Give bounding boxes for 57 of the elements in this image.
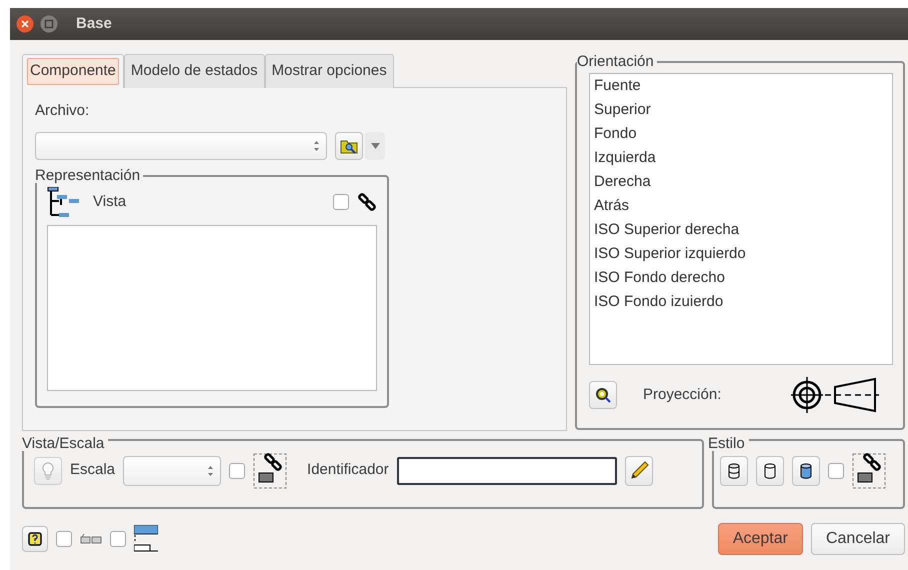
checkbox[interactable]: [56, 530, 72, 546]
open-file-button[interactable]: [335, 132, 363, 160]
view-button[interactable]: [589, 381, 617, 409]
caret-icon: [370, 143, 380, 149]
cancel-button[interactable]: Cancelar: [810, 522, 905, 554]
gear-view-icon: [595, 387, 611, 403]
folder-search-icon: [340, 138, 358, 154]
list-item[interactable]: Superior: [590, 98, 892, 122]
projection-label: Proyección:: [643, 384, 722, 405]
style-button[interactable]: [720, 456, 748, 486]
checkbox[interactable]: [333, 194, 349, 210]
list-item[interactable]: ISO Fondo izuierdo: [590, 290, 892, 314]
cylinder-icon: [728, 462, 740, 478]
projection-symbol-icon[interactable]: [791, 375, 879, 415]
checkbox[interactable]: [229, 462, 246, 478]
accept-button[interactable]: Aceptar: [718, 522, 803, 554]
maximize-icon[interactable]: [40, 15, 58, 33]
cylinder-icon: [800, 462, 812, 478]
list-item[interactable]: ISO Fondo derecho: [590, 266, 892, 290]
window-title: Base: [76, 14, 112, 34]
identifier-label: Identificador: [307, 460, 389, 480]
pencil-icon: [628, 460, 649, 480]
field-label: Archivo:: [35, 100, 90, 120]
list-item[interactable]: Derecha: [590, 170, 892, 194]
list-item[interactable]: Fuente: [590, 74, 892, 98]
list-item[interactable]: Fondo: [590, 122, 892, 146]
link-frame-icon[interactable]: [852, 452, 886, 488]
list-item[interactable]: ISO Superior izquierdo: [590, 242, 892, 266]
tab[interactable]: Mostrar opciones: [264, 54, 394, 88]
group-title: Estilo: [708, 436, 749, 451]
group-title: Representación: [35, 168, 144, 183]
scale-label: Escala: [70, 460, 116, 480]
list-item[interactable]: Atrás: [590, 194, 892, 218]
tab[interactable]: Modelo de estados: [124, 54, 265, 88]
glasses-icon: [80, 534, 102, 544]
help-icon: [28, 532, 42, 546]
layout-icon: [134, 524, 158, 552]
lightbulb-icon: [42, 462, 54, 480]
style-button[interactable]: [756, 456, 784, 486]
tab[interactable]: Componente: [22, 54, 124, 88]
spin-icon: [313, 139, 320, 153]
edit-button[interactable]: [624, 456, 653, 486]
help-button[interactable]: [22, 526, 48, 552]
link-icon: [357, 192, 377, 212]
list-item[interactable]: Izquierda: [590, 146, 892, 170]
spin-icon: [207, 464, 214, 478]
identifier-field[interactable]: [396, 456, 617, 484]
checkbox[interactable]: [110, 530, 126, 546]
link-frame-icon[interactable]: [253, 452, 288, 488]
tree-item-label: Vista: [93, 192, 128, 212]
dropdown-button[interactable]: [365, 132, 385, 160]
group-title: Vista/Escala: [22, 436, 108, 451]
checkbox[interactable]: [828, 462, 844, 478]
style-button[interactable]: [792, 456, 820, 486]
close-icon[interactable]: [16, 15, 34, 33]
cylinder-icon: [764, 462, 776, 478]
list-item[interactable]: ISO Superior derecha: [590, 218, 892, 242]
